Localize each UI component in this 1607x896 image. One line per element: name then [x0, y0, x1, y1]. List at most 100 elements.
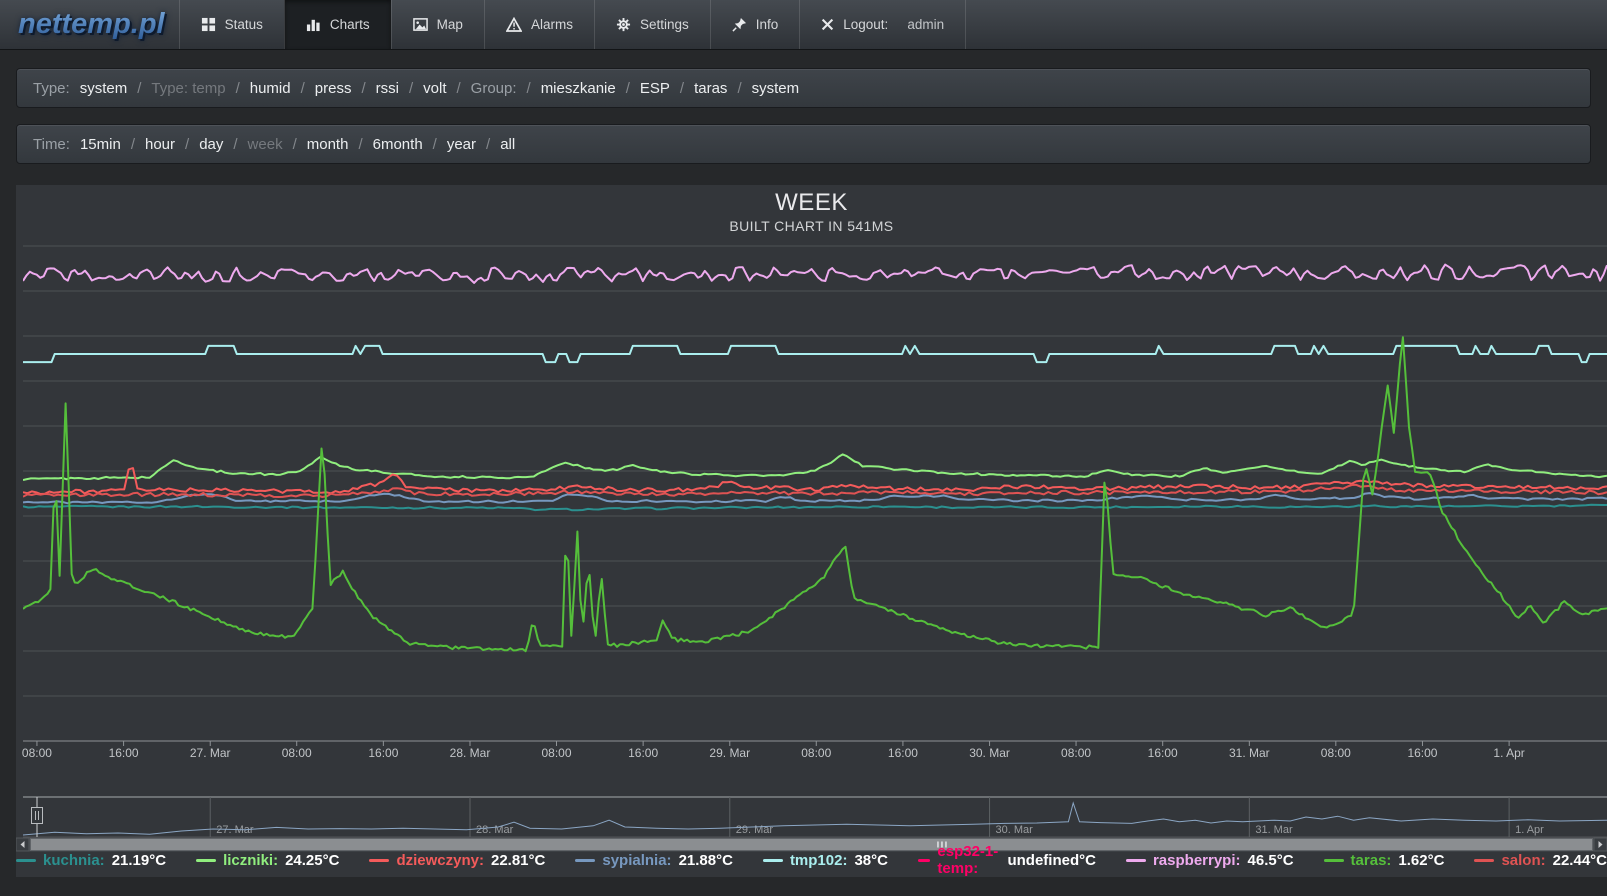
legend-series-name: tmp102: [789, 851, 848, 869]
type-label: Type: [33, 79, 70, 97]
svg-text:16:00: 16:00 [628, 746, 658, 760]
svg-text:31. Mar: 31. Mar [1255, 824, 1293, 836]
legend-item-salon[interactable]: salon: 22.44°C [1474, 852, 1607, 869]
time-label: Time: [33, 135, 70, 153]
legend-marker [16, 858, 36, 862]
tab-alarms[interactable]: Alarms [483, 0, 594, 49]
time-option-15min[interactable]: 15min [80, 136, 121, 153]
type-label: Group: [470, 79, 517, 97]
separator: / [358, 135, 363, 153]
time-option-year[interactable]: year [447, 136, 476, 153]
time-option-month[interactable]: month [307, 136, 349, 153]
time-option-week: week [247, 135, 283, 153]
separator: / [486, 135, 491, 153]
series-line-tmp102 [23, 344, 1607, 364]
legend-marker [762, 858, 783, 862]
legend-series-value: 24.25°C [285, 851, 340, 869]
bar-chart-icon [306, 17, 321, 32]
type-filter-bar: Type: system / Type: temp / humid / press / rssi /… [16, 68, 1591, 108]
tab-logout[interactable]: Logout: admin [799, 0, 967, 49]
legend-series-name: sypialnia: [602, 851, 672, 869]
type-option-mieszkanie[interactable]: mieszkanie [541, 80, 616, 97]
svg-text:08:00: 08:00 [1321, 746, 1351, 760]
separator: / [361, 79, 366, 97]
tab-label: Info [755, 17, 779, 32]
navigator-series-line [22, 801, 1607, 836]
legend-series-name: esp32-1-temp: [937, 843, 999, 877]
legend-item-tmp102[interactable]: tmp102: 38°C [762, 851, 888, 869]
svg-text:08:00: 08:00 [22, 746, 52, 760]
svg-text:16:00: 16:00 [368, 746, 398, 760]
legend-item-sypialnia[interactable]: sypialnia: 21.88°C [575, 852, 733, 869]
time-option-all[interactable]: all [500, 136, 515, 153]
legend-marker [1474, 858, 1495, 862]
tab-settings[interactable]: Settings [593, 0, 710, 49]
legend-series-value: 21.88°C [678, 851, 733, 869]
tab-charts[interactable]: Charts [283, 0, 391, 49]
gear-icon [616, 17, 631, 32]
legend-series-value: 22.81°C [490, 851, 546, 869]
series-line-raspberrypi [23, 263, 1607, 284]
legend-series-name: kuchnia: [43, 851, 105, 869]
time-option-hour[interactable]: hour [145, 136, 175, 153]
legend-series-value: undefined°C [1007, 851, 1096, 869]
legend-series-name: dziewczyny: [396, 851, 484, 869]
tab-label: Alarms [530, 17, 573, 32]
svg-text:29. Mar: 29. Mar [736, 824, 774, 836]
time-option-6month[interactable]: 6month [373, 136, 423, 153]
legend-marker [1125, 858, 1146, 862]
chart-plot: 08:00 16:00 27. Mar 08:00 16:00 28. Mar 08:00 1… [16, 245, 1607, 852]
image-icon [412, 17, 428, 32]
tab-label: Map [436, 17, 463, 32]
legend-series-value: 21.19°C [111, 851, 167, 869]
separator: / [408, 79, 414, 97]
type-option-system[interactable]: system [752, 80, 800, 97]
type-option-system[interactable]: system [80, 80, 128, 97]
legend-marker [369, 858, 390, 862]
navigator-handle[interactable] [31, 807, 43, 824]
nav-tabs: Status Charts Map Alarms Settings Info Logout:… [178, 0, 967, 49]
legend-item-kuchnia[interactable]: kuchnia: 21.19°C [16, 852, 166, 869]
legend-item-raspberrypi[interactable]: raspberrypi: 46.5°C [1125, 851, 1294, 869]
svg-text:16:00: 16:00 [888, 746, 918, 760]
type-option-volt[interactable]: volt [423, 80, 446, 97]
svg-text:1. Apr: 1. Apr [1515, 824, 1544, 836]
series-lines [23, 263, 1607, 653]
svg-text:08:00: 08:00 [282, 746, 312, 760]
separator: / [235, 79, 240, 97]
chart-container: 08:00 16:00 27. Mar 08:00 16:00 28. Mar 08:00 1… [16, 185, 1607, 877]
separator: / [292, 135, 297, 153]
legend-item-taras[interactable]: taras: 1.62°C [1323, 851, 1444, 869]
separator: / [737, 79, 742, 97]
legend-item-esp32-1-temp[interactable]: esp32-1-temp: undefined°C [917, 843, 1096, 877]
type-option-esp[interactable]: ESP [640, 80, 670, 97]
svg-text:30. Mar: 30. Mar [996, 824, 1034, 836]
legend-item-dziewczyny[interactable]: dziewczyny: 22.81°C [369, 852, 545, 869]
svg-text:16:00: 16:00 [109, 746, 139, 760]
tab-label: Logout: [843, 17, 889, 32]
svg-text:27. Mar: 27. Mar [190, 746, 231, 760]
warning-icon [505, 16, 522, 33]
separator: / [137, 79, 142, 97]
legend-series-name: taras: [1350, 851, 1392, 869]
time-filter-bar: Time: 15min / hour / day / week / month / 6month / ye… [16, 124, 1591, 164]
separator: / [300, 79, 305, 97]
tab-map[interactable]: Map [390, 0, 484, 49]
legend-series-name: raspberrypi: [1152, 851, 1241, 869]
separator: / [233, 135, 238, 153]
type-option-press[interactable]: press [315, 80, 352, 97]
type-option-humid[interactable]: humid [250, 80, 291, 97]
time-option-day[interactable]: day [199, 136, 223, 153]
top-nav-bar: nettemp.pl Status Charts Map Alarms Settings… [0, 0, 1607, 50]
tab-info[interactable]: Info [709, 0, 800, 49]
type-option-rssi[interactable]: rssi [376, 80, 399, 97]
tab-label: Charts [329, 17, 370, 32]
type-option-taras[interactable]: taras [694, 80, 727, 97]
chart-subtitle: BUILT CHART IN 541MS [729, 218, 894, 234]
type-option-type-temp: Type: temp [151, 79, 226, 97]
legend-item-liczniki[interactable]: liczniki: 24.25°C [196, 852, 339, 869]
tab-status[interactable]: Status [178, 0, 284, 49]
svg-text:29. Mar: 29. Mar [709, 746, 750, 760]
legend-series-value: 46.5°C [1247, 851, 1294, 869]
app-logo[interactable]: nettemp.pl [18, 8, 165, 41]
